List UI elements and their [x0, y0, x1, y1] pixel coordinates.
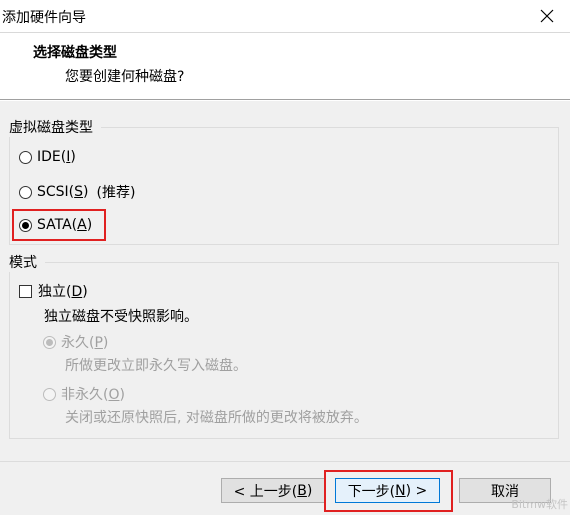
close-icon — [540, 9, 554, 23]
mode-group-label: 模式 — [9, 252, 45, 272]
nonpersistent-description: 关闭或还原快照后, 对磁盘所做的更改将被放弃。 — [65, 410, 368, 426]
radio-nonpersistent-label: 非永久(O) — [61, 387, 125, 403]
checkbox-independent-box[interactable] — [19, 284, 32, 298]
checkbox-independent-label: 独立(D) — [38, 284, 88, 300]
back-button[interactable]: < 上一步(B) — [221, 478, 325, 503]
radio-sata-indicator[interactable] — [19, 218, 32, 232]
independent-description: 独立磁盘不受快照影响。 — [44, 309, 198, 325]
radio-sata[interactable]: SATA(A) — [19, 217, 92, 233]
watermark: Bitmw软件 — [511, 498, 568, 511]
recommended-note: (推荐) — [96, 185, 136, 201]
radio-ide[interactable]: IDE(I) — [19, 149, 76, 165]
checkbox-independent[interactable]: 独立(D) — [19, 281, 88, 301]
radio-nonpersistent-indicator[interactable] — [43, 387, 56, 401]
title-bar: 添加硬件向导 — [0, 0, 570, 33]
wizard-header: 选择磁盘类型 您要创建何种磁盘? — [0, 33, 570, 100]
wizard-footer: < 上一步(B) 下一步(N) > 取消 — [0, 461, 570, 515]
close-button[interactable] — [524, 0, 570, 32]
radio-ide-indicator[interactable] — [19, 150, 32, 164]
radio-ide-label: IDE(I) — [37, 149, 76, 165]
wizard-content: 虚拟磁盘类型 IDE(I) SCSI(S) (推荐) SATA(A) 模式 独立… — [0, 101, 570, 461]
radio-scsi-indicator[interactable] — [19, 185, 32, 199]
window-title: 添加硬件向导 — [2, 10, 86, 26]
radio-sata-label: SATA(A) — [37, 217, 93, 233]
radio-nonpersistent[interactable]: 非永久(O) — [43, 384, 125, 404]
radio-scsi-label: SCSI(S) — [37, 184, 89, 200]
next-button[interactable]: 下一步(N) > — [335, 478, 440, 503]
persistent-description: 所做更改立即永久写入磁盘。 — [65, 358, 247, 374]
page-subtitle: 您要创建何种磁盘? — [65, 69, 185, 85]
radio-scsi[interactable]: SCSI(S) (推荐) — [19, 182, 135, 202]
radio-persistent-indicator[interactable] — [43, 335, 56, 349]
radio-persistent[interactable]: 永久(P) — [43, 332, 108, 352]
disk-type-group-label: 虚拟磁盘类型 — [9, 117, 101, 137]
page-title: 选择磁盘类型 — [33, 45, 117, 61]
radio-persistent-label: 永久(P) — [61, 335, 109, 351]
